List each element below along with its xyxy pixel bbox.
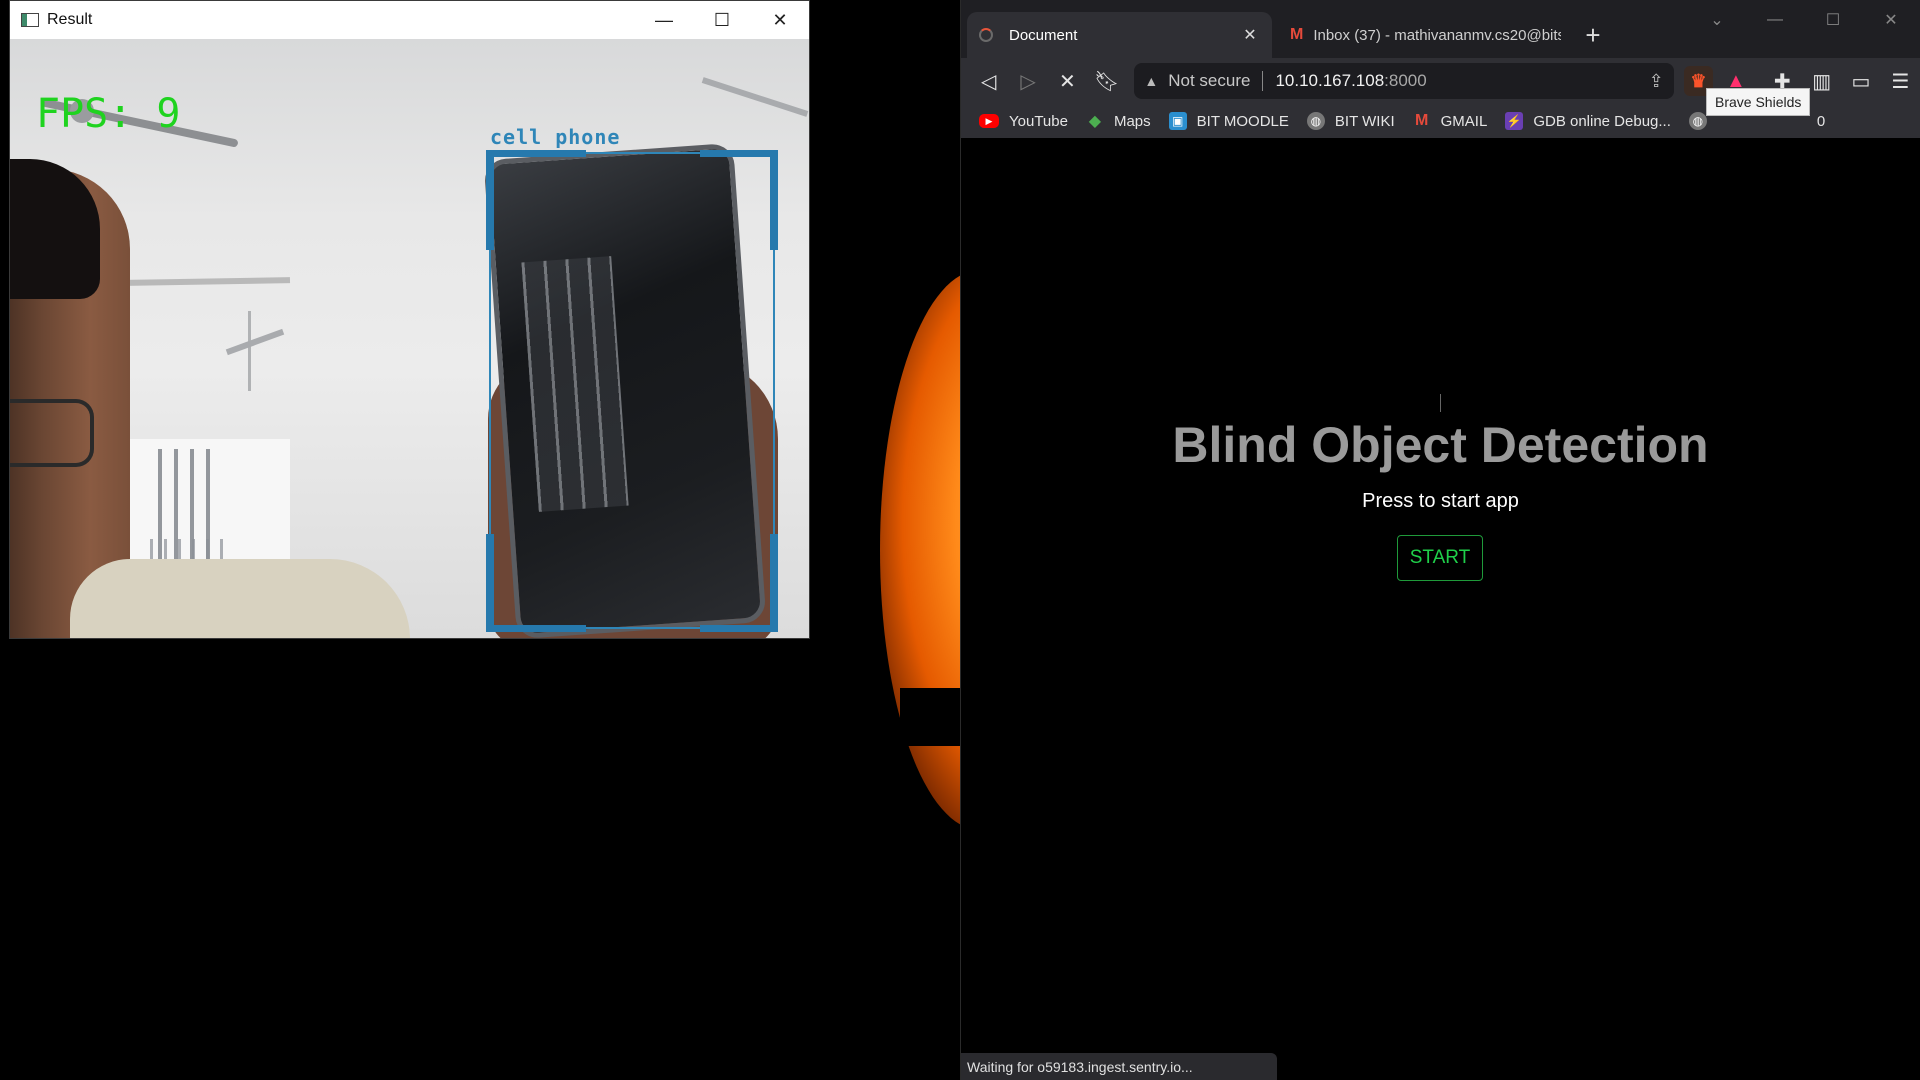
security-indicator[interactable]: Not secure: [1168, 71, 1250, 91]
page-content: Blind Object Detection Press to start ap…: [961, 138, 1920, 1080]
gmail-icon: M: [1290, 26, 1304, 43]
fps-counter: FPS: 9: [36, 91, 181, 137]
bookmark-label: YouTube: [1009, 112, 1068, 130]
detection-label: cell phone: [490, 125, 621, 149]
menu-icon[interactable]: ☰: [1881, 61, 1920, 101]
result-window[interactable]: Result — ☐ ✕ cell phone FPS: 9: [9, 0, 810, 639]
bbox-corner: [700, 625, 778, 632]
gmail-icon: M: [1414, 112, 1429, 129]
bbox-corner: [486, 150, 494, 250]
wallpaper-shadow: [900, 688, 960, 746]
share-icon[interactable]: ⇪: [1649, 71, 1664, 92]
close-button[interactable]: ✕: [751, 1, 809, 39]
maximize-button[interactable]: ☐: [693, 1, 751, 39]
maps-icon: ◆: [1088, 113, 1102, 130]
stop-loading-icon[interactable]: ✕: [1048, 61, 1087, 101]
bbox-corner: [770, 534, 778, 632]
bookmark-bit-moodle[interactable]: ▣ BIT MOODLE: [1168, 112, 1289, 130]
moodle-icon: ▣: [1168, 112, 1187, 130]
browser-window[interactable]: Document ✕ M Inbox (37) - mathivananmv.c…: [960, 0, 1920, 1080]
forward-icon[interactable]: ▷: [1008, 61, 1047, 101]
bookmark-overflow-text: 0: [1816, 112, 1826, 130]
tab-title: Inbox (37) - mathivananmv.cs20@bits: [1313, 26, 1561, 44]
tab-strip: Document ✕ M Inbox (37) - mathivananmv.c…: [961, 0, 1920, 58]
bbox-corner: [486, 534, 494, 632]
bookmark-youtube[interactable]: ▶ YouTube: [979, 113, 1068, 130]
bookmark-icon[interactable]: 🔖︎: [1087, 61, 1126, 101]
ceiling-fan: [701, 77, 809, 117]
ceiling-fan-rod: [248, 311, 251, 391]
back-icon[interactable]: ◁: [969, 61, 1008, 101]
start-button[interactable]: START: [1397, 535, 1483, 581]
wallet-icon[interactable]: ▭: [1841, 61, 1880, 101]
detection-bounding-box: [489, 152, 775, 629]
bookmark-label: GMAIL: [1440, 112, 1488, 130]
maximize-button[interactable]: ☐: [1804, 0, 1862, 40]
divider: [1262, 71, 1264, 91]
loading-spinner-icon: [979, 28, 993, 42]
tab-title: Document: [1009, 26, 1078, 44]
warning-icon[interactable]: ▲: [1144, 73, 1158, 89]
address-bar[interactable]: ▲ Not secure 10.10.167.108 :8000 ⇪: [1134, 63, 1674, 99]
bookmark-bit-wiki[interactable]: ◍ BIT WIKI: [1306, 112, 1395, 130]
close-icon[interactable]: ✕: [1240, 25, 1260, 45]
tab-search-icon[interactable]: ⌄: [1688, 0, 1746, 40]
window-title: Result: [47, 11, 93, 28]
tab-document[interactable]: Document ✕: [967, 12, 1272, 58]
bbox-corner: [486, 625, 586, 632]
camera-feed: cell phone FPS: 9: [10, 39, 809, 638]
brave-shields-tooltip: Brave Shields: [1706, 88, 1811, 116]
minimize-button[interactable]: —: [1746, 0, 1804, 40]
bookmark-label: Maps: [1113, 112, 1151, 130]
window-controls: ⌄ — ☐ ✕: [1688, 0, 1920, 40]
url-port: :8000: [1384, 71, 1427, 90]
app-icon: [21, 13, 39, 27]
youtube-icon: ▶: [979, 114, 999, 128]
bookmark-gdb[interactable]: ⚡ GDB online Debug...: [1505, 112, 1671, 130]
bbox-corner: [486, 150, 586, 157]
text-cursor: [1440, 394, 1441, 412]
bookmark-gmail[interactable]: M GMAIL: [1413, 112, 1488, 130]
globe-icon: ◍: [1306, 112, 1325, 130]
globe-icon: ◍: [1688, 112, 1707, 130]
bbox-corner: [700, 150, 778, 157]
bookmark-label: BIT WIKI: [1334, 112, 1395, 130]
ceiling-fan: [225, 328, 285, 356]
minimize-button[interactable]: —: [635, 1, 693, 39]
url-host: 10.10.167.108: [1275, 71, 1385, 90]
bookmark-label: BIT MOODLE: [1196, 112, 1289, 130]
status-bar: Waiting for o59183.ingest.sentry.io...: [961, 1053, 1277, 1080]
gdb-icon: ⚡: [1505, 112, 1524, 130]
person-glasses: [10, 399, 94, 467]
page-title: Blind Object Detection: [1172, 417, 1709, 473]
bbox-corner: [770, 150, 778, 250]
bookmark-label: GDB online Debug...: [1533, 112, 1671, 130]
new-tab-button[interactable]: +: [1573, 12, 1613, 58]
tab-gmail[interactable]: M Inbox (37) - mathivananmv.cs20@bits: [1278, 12, 1573, 58]
result-titlebar[interactable]: Result — ☐ ✕: [10, 1, 809, 39]
page-subtitle: Press to start app: [1362, 490, 1519, 512]
close-button[interactable]: ✕: [1862, 0, 1920, 40]
person-shirt: [70, 559, 410, 638]
bookmark-maps[interactable]: ◆ Maps: [1086, 112, 1151, 131]
